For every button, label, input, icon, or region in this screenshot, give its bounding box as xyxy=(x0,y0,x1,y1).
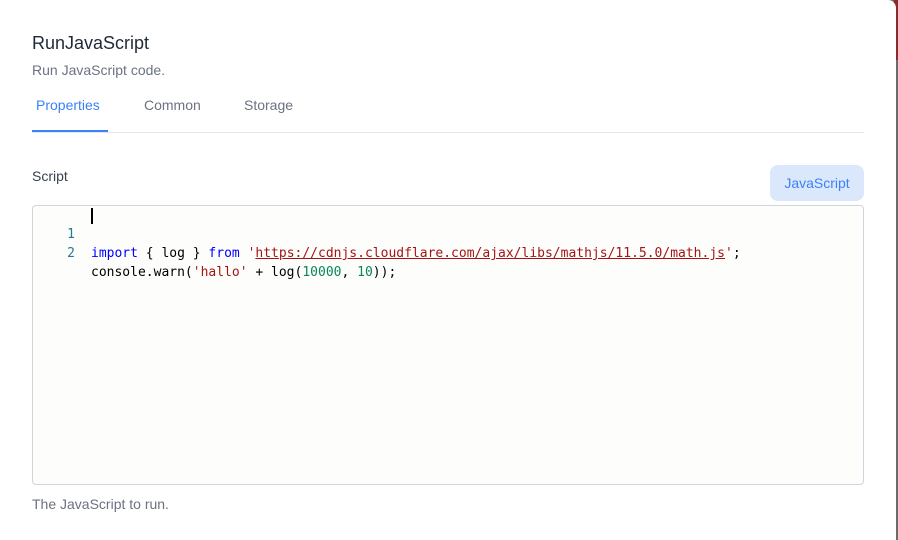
code-line: 1 import { log } from 'https://cdnjs.clo… xyxy=(33,206,741,261)
activity-properties-dialog: RunJavaScript Run JavaScript code. Prope… xyxy=(0,0,896,540)
number-token: 10000 xyxy=(302,265,342,280)
tab-storage[interactable]: Storage xyxy=(244,96,293,114)
tab-properties[interactable]: Properties xyxy=(36,96,100,114)
text-cursor xyxy=(91,208,93,224)
line-content: import { log } from 'https://cdnjs.cloud… xyxy=(91,244,741,263)
line-content: console.warn('hallo' + log(10000, 10)); xyxy=(91,263,396,282)
code-token: + log( xyxy=(247,265,303,280)
string-token: 'hallo' xyxy=(192,265,248,280)
code-token: ; xyxy=(732,246,741,261)
script-field-label: Script xyxy=(32,168,68,184)
dialog-title: RunJavaScript xyxy=(32,33,150,53)
string-token: ' xyxy=(725,246,733,261)
line-number: 2 xyxy=(67,246,75,261)
dialog-subtitle: Run JavaScript code. xyxy=(32,62,166,78)
keyword-token: import xyxy=(91,246,138,261)
language-selector-button[interactable]: JavaScript xyxy=(770,165,864,201)
code-token: console.warn( xyxy=(91,265,193,280)
tab-common[interactable]: Common xyxy=(144,96,201,114)
tab-bar: Properties Common Storage xyxy=(32,88,864,133)
code-token: , xyxy=(341,265,358,280)
code-line: 2 console.warn('hallo' + log(10000, 10))… xyxy=(33,225,396,280)
code-token: )); xyxy=(372,265,397,280)
code-token: { log } xyxy=(137,246,209,261)
script-help-text: The JavaScript to run. xyxy=(32,496,169,512)
keyword-token: from xyxy=(208,246,240,261)
number-token: 10 xyxy=(357,265,373,280)
code-editor[interactable]: 1 import { log } from 'https://cdnjs.clo… xyxy=(32,205,864,485)
import-url-link[interactable]: https://cdnjs.cloudflare.com/ajax/libs/m… xyxy=(255,246,725,261)
active-tab-indicator xyxy=(32,130,108,132)
